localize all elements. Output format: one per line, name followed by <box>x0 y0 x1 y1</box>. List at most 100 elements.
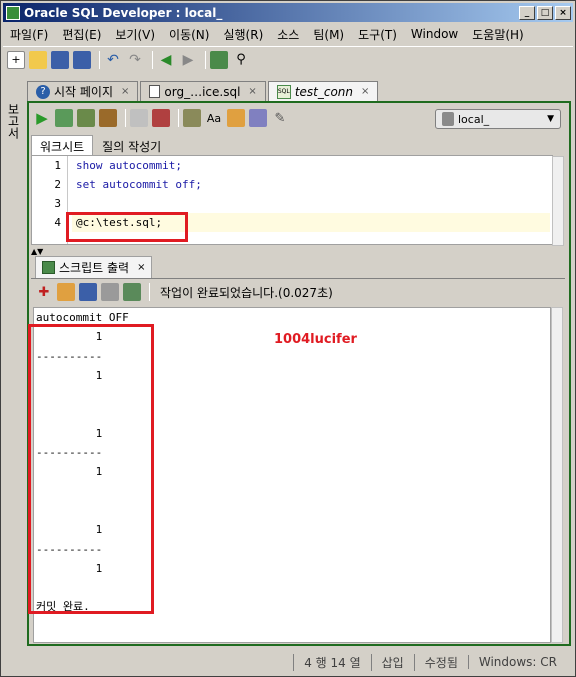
tab-worksheet[interactable]: 워크시트 <box>31 135 94 155</box>
toolbar-separator <box>152 50 153 69</box>
toolbar-separator <box>99 50 100 69</box>
new-file-icon[interactable]: + <box>7 50 25 69</box>
run-statement-icon[interactable]: ▶ <box>33 109 51 127</box>
menu-bar: 파일(F) 편집(E) 보기(V) 이동(N) 실행(R) 소스 팀(M) 도구… <box>3 23 573 45</box>
toolbar-separator <box>149 283 150 301</box>
sql-file-icon <box>149 85 161 98</box>
insert-mode: 삽입 <box>370 653 414 671</box>
output-tabbar: 스크립트 출력 × <box>31 255 565 279</box>
tab-script-output[interactable]: 스크립트 출력 × <box>35 255 153 278</box>
tab-label: 시작 페이지 <box>54 85 114 99</box>
explain-plan-icon[interactable] <box>130 109 148 127</box>
code-line: set autocommit off; <box>76 178 202 191</box>
forward-icon[interactable]: ▶ <box>179 51 197 69</box>
line-number: 4 <box>54 216 61 229</box>
panel-splitter[interactable]: ▲▼ <box>31 247 565 256</box>
editor-scrollbar[interactable] <box>552 156 564 246</box>
sql-tuning-icon[interactable] <box>183 109 201 127</box>
close-button[interactable]: × <box>555 5 571 20</box>
rollback-icon[interactable] <box>99 109 117 127</box>
redo-icon[interactable]: ↷ <box>126 51 144 69</box>
open-folder-icon[interactable] <box>29 50 47 69</box>
sql-worksheet-icon: SQL <box>276 84 291 99</box>
back-icon[interactable]: ◀ <box>157 51 175 69</box>
binoculars-icon[interactable]: ⚲ <box>232 51 250 69</box>
window-title: Oracle SQL Developer : local_ <box>24 5 223 20</box>
print-icon[interactable] <box>101 283 119 301</box>
connection-label: local_ <box>458 112 490 126</box>
export-icon[interactable] <box>123 283 141 301</box>
run-script-icon[interactable] <box>55 109 73 127</box>
menu-tools[interactable]: 도구(T) <box>351 26 404 43</box>
worksheet-panel: ▶ Aa ✎ local_ ▼ 워크시트 질의 작성기 1 2 3 4 show… <box>27 101 571 646</box>
tab-test-conn[interactable]: SQL test_conn × <box>267 81 379 101</box>
line-number: 1 <box>54 159 61 172</box>
tab-start-page[interactable]: ? 시작 페이지 × <box>27 81 139 101</box>
tab-org-sql[interactable]: org_…ice.sql × <box>140 81 266 101</box>
tab-label: org_…ice.sql <box>164 84 241 99</box>
main-toolbar: + ↶ ↷ ◀ ▶ ⚲ <box>3 46 573 72</box>
undo-icon[interactable]: ↶ <box>104 51 122 69</box>
code-line: show autocommit; <box>76 159 182 172</box>
title-bar: Oracle SQL Developer : local_ _ □ × <box>3 3 573 22</box>
cursor-position: 4 행 14 열 <box>293 653 370 671</box>
worksheet-tabs: 워크시트 질의 작성기 <box>31 135 551 155</box>
output-text-area[interactable]: autocommit OFF 1 ---------- 1 1 --------… <box>28 307 551 643</box>
toolbar-separator <box>205 50 206 69</box>
watermark-text: 1004lucifer <box>274 332 357 347</box>
line-number: 3 <box>54 197 61 210</box>
menu-edit[interactable]: 편집(E) <box>55 26 108 43</box>
document-tabs: ? 시작 페이지 × org_…ice.sql × SQL test_conn … <box>27 79 573 101</box>
menu-run[interactable]: 실행(R) <box>216 26 270 43</box>
line-ending: Windows: CR <box>467 655 567 669</box>
app-window: Oracle SQL Developer : local_ _ □ × 파일(F… <box>0 0 576 677</box>
menu-window[interactable]: Window <box>404 27 465 41</box>
modified-flag: 수정됨 <box>413 653 468 671</box>
autotrace-icon[interactable] <box>152 109 170 127</box>
menu-file[interactable]: 파일(F) <box>3 26 55 43</box>
script-output-panel: 스크립트 출력 × ✚ 작업이 완료되었습니다.(0.027초) autocom… <box>28 255 565 643</box>
script-output-icon <box>42 260 55 274</box>
pin-icon[interactable]: ✚ <box>35 283 53 301</box>
tab-label: test_conn <box>294 84 354 99</box>
menu-navigate[interactable]: 이동(N) <box>162 26 216 43</box>
chevron-down-icon: ▼ <box>547 114 554 124</box>
help-icon: ? <box>36 84 50 99</box>
menu-view[interactable]: 보기(V) <box>108 26 162 43</box>
tab-label: 스크립트 출력 <box>59 260 130 275</box>
history-icon[interactable] <box>249 109 267 127</box>
save-icon[interactable] <box>51 50 69 69</box>
close-icon[interactable]: × <box>121 86 129 97</box>
font-case-icon[interactable]: Aa <box>205 109 223 127</box>
sql-editor[interactable]: 1 2 3 4 show autocommit; set autocommit … <box>31 155 564 246</box>
highlight-box <box>28 324 154 614</box>
reports-rail-label[interactable]: 보고서 <box>6 103 22 139</box>
save-icon[interactable] <box>79 283 97 301</box>
menu-source[interactable]: 소스 <box>270 26 306 43</box>
commit-icon[interactable] <box>77 109 95 127</box>
toolbar-separator <box>125 109 126 127</box>
menu-help[interactable]: 도움말(H) <box>465 26 531 43</box>
settings-wrench-icon[interactable]: ✎ <box>271 109 289 127</box>
status-bar: 4 행 14 열 삽입 수정됨 Windows: CR <box>3 651 573 673</box>
save-all-icon[interactable] <box>73 50 91 69</box>
database-icon <box>442 112 454 126</box>
output-scrollbar[interactable] <box>551 307 563 643</box>
close-icon[interactable]: × <box>248 86 256 97</box>
highlight-box <box>66 212 188 242</box>
left-rail: 보고서 <box>3 97 25 645</box>
connection-icon[interactable] <box>210 50 228 69</box>
maximize-button[interactable]: □ <box>537 5 553 20</box>
eraser-icon[interactable] <box>57 283 75 301</box>
toolbar-separator <box>178 109 179 127</box>
connection-select[interactable]: local_ ▼ <box>435 109 561 129</box>
menu-team[interactable]: 팀(M) <box>306 26 351 43</box>
tab-query-builder[interactable]: 질의 작성기 <box>93 135 171 155</box>
minimize-button[interactable]: _ <box>519 5 535 20</box>
app-icon <box>6 5 20 20</box>
output-status: 작업이 완료되었습니다.(0.027초) <box>160 285 333 300</box>
close-icon[interactable]: × <box>137 262 145 273</box>
eraser-icon[interactable] <box>227 109 245 127</box>
close-icon[interactable]: × <box>361 86 369 97</box>
